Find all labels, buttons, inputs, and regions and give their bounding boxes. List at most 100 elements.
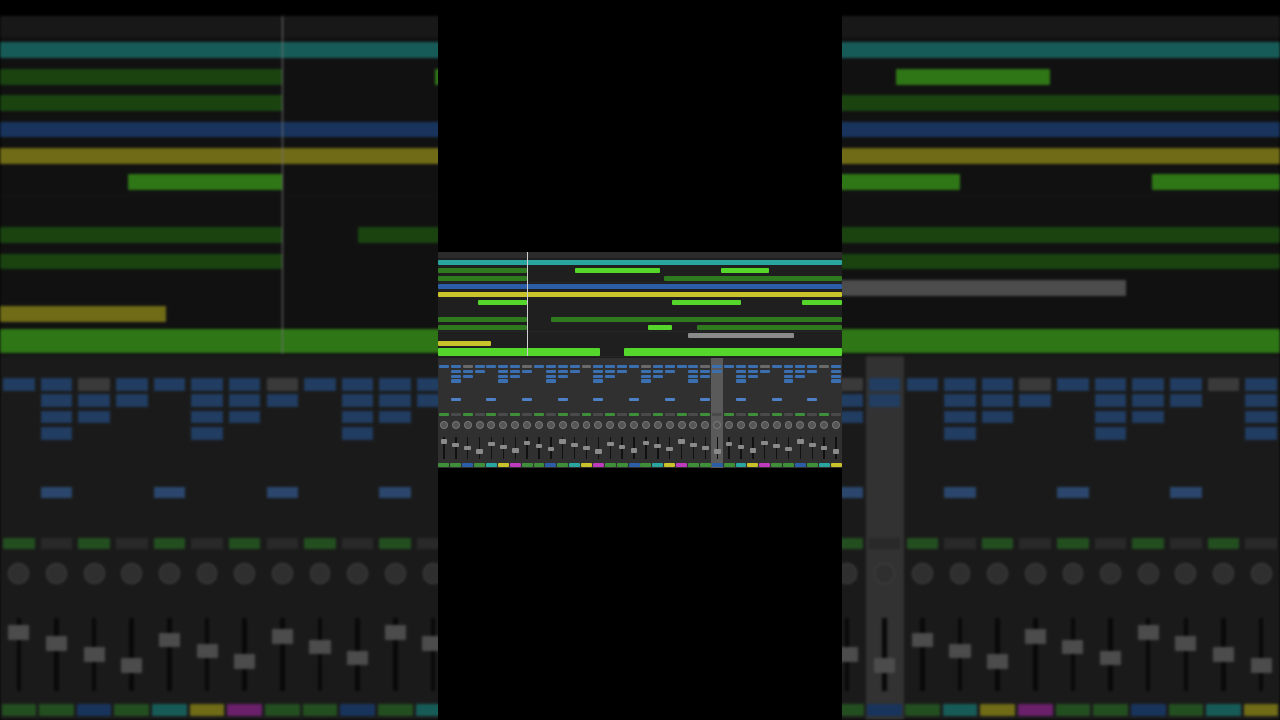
channel-name-tag[interactable]: [227, 703, 262, 717]
plugin-slot[interactable]: [1245, 410, 1277, 424]
automation-mode-button[interactable]: [944, 538, 976, 549]
plugin-slot[interactable]: [944, 394, 976, 407]
audio-region[interactable]: [0, 253, 282, 270]
audio-region[interactable]: [551, 316, 842, 322]
pan-knob-icon[interactable]: [760, 420, 769, 429]
plugin-slot[interactable]: [617, 369, 628, 374]
timeline-ruler[interactable]: [0, 16, 438, 38]
fader-icon[interactable]: [1100, 650, 1122, 666]
automation-mode-button[interactable]: [819, 413, 830, 417]
plugin-slot[interactable]: [1094, 394, 1127, 407]
automation-mode-button[interactable]: [605, 413, 616, 417]
pan-knob-icon[interactable]: [689, 420, 698, 429]
fader-icon[interactable]: [654, 443, 662, 449]
channel-name-tag[interactable]: [545, 463, 557, 467]
pan-knob-icon[interactable]: [874, 563, 896, 585]
send-slot[interactable]: [379, 487, 412, 498]
automation-mode-button[interactable]: [191, 538, 223, 549]
fader-icon[interactable]: [911, 632, 933, 648]
automation-mode-button[interactable]: [417, 538, 438, 549]
plugin-slot[interactable]: [842, 377, 863, 391]
fader-icon[interactable]: [1062, 639, 1084, 655]
plugin-slot[interactable]: [462, 364, 473, 369]
arrange-track-lane[interactable]: [842, 221, 1280, 250]
pan-knob-icon[interactable]: [158, 563, 180, 585]
pan-knob-icon[interactable]: [1137, 563, 1159, 585]
channel-name-tag[interactable]: [474, 463, 486, 467]
plugin-slot[interactable]: [78, 394, 110, 407]
plugin-slot[interactable]: [700, 374, 711, 379]
plugin-slot[interactable]: [1245, 426, 1277, 440]
timeline-ruler[interactable]: [842, 16, 1280, 38]
arrange-track-lane[interactable]: [842, 37, 1280, 65]
send-slot[interactable]: [944, 487, 976, 498]
audio-region[interactable]: [648, 324, 673, 330]
plugin-slot[interactable]: [819, 364, 830, 369]
plugin-slot[interactable]: [498, 374, 509, 379]
plugin-slot[interactable]: [486, 364, 497, 369]
plugin-slot[interactable]: [78, 377, 110, 391]
channel-name-tag[interactable]: [1017, 703, 1053, 717]
channel-name-tag[interactable]: [664, 463, 676, 467]
audio-region[interactable]: [0, 147, 438, 164]
plugin-slot[interactable]: [569, 364, 580, 369]
plugin-slot[interactable]: [1057, 377, 1089, 391]
arrange-track-lane[interactable]: [842, 274, 1280, 303]
pan-knob-icon[interactable]: [347, 563, 369, 585]
plugin-slot[interactable]: [735, 369, 746, 374]
plugin-slot[interactable]: [522, 364, 533, 369]
channel-strip[interactable]: [1091, 356, 1131, 720]
audio-region[interactable]: [575, 267, 661, 273]
audio-region[interactable]: [438, 284, 842, 290]
audio-region[interactable]: [623, 348, 842, 356]
pan-knob-icon[interactable]: [558, 420, 567, 429]
plugin-slot[interactable]: [510, 369, 521, 374]
plugin-slot[interactable]: [676, 364, 687, 369]
plugin-slot[interactable]: [735, 374, 746, 379]
automation-mode-button[interactable]: [868, 538, 901, 549]
plugin-slot[interactable]: [569, 369, 580, 374]
plugin-slot[interactable]: [228, 394, 261, 407]
channel-strip[interactable]: [903, 356, 943, 720]
fader-icon[interactable]: [820, 446, 828, 451]
pan-knob-icon[interactable]: [121, 563, 143, 585]
fader-icon[interactable]: [45, 636, 67, 651]
plugin-slot[interactable]: [533, 364, 544, 369]
arrange-track-lane[interactable]: [842, 195, 1280, 223]
plugin-slot[interactable]: [557, 369, 568, 374]
channel-strip[interactable]: [225, 356, 265, 720]
send-slot[interactable]: [593, 397, 604, 401]
audio-region[interactable]: [842, 95, 1280, 111]
fader-icon[interactable]: [583, 446, 590, 451]
automation-mode-button[interactable]: [1132, 538, 1165, 549]
plugin-slot[interactable]: [795, 369, 806, 374]
plugin-slot[interactable]: [807, 364, 818, 369]
channel-name-tag[interactable]: [1093, 703, 1128, 717]
plugin-slot[interactable]: [868, 377, 901, 391]
plugin-slot[interactable]: [652, 369, 663, 374]
plugin-slot[interactable]: [3, 377, 35, 391]
pan-knob-icon[interactable]: [911, 563, 933, 585]
audio-region[interactable]: [438, 267, 527, 273]
plugin-slot[interactable]: [712, 369, 723, 374]
plugin-slot[interactable]: [510, 364, 521, 369]
fader-icon[interactable]: [1175, 636, 1197, 651]
channel-name-tag[interactable]: [569, 463, 581, 467]
audio-region[interactable]: [1152, 174, 1280, 191]
channel-name-tag[interactable]: [640, 463, 652, 467]
arrange-track-lane[interactable]: [842, 169, 1280, 197]
plugin-slot[interactable]: [545, 379, 556, 384]
channel-name-tag[interactable]: [592, 463, 604, 467]
audio-region[interactable]: [896, 68, 1050, 85]
fader-icon[interactable]: [535, 443, 543, 449]
plugin-slot[interactable]: [640, 364, 651, 369]
audio-region[interactable]: [688, 333, 794, 339]
plugin-slot[interactable]: [640, 379, 651, 384]
arrange-track-lane[interactable]: [0, 274, 438, 303]
channel-name-tag[interactable]: [415, 703, 438, 717]
plugin-slot[interactable]: [498, 379, 509, 384]
fader-icon[interactable]: [121, 658, 143, 673]
plugin-slot[interactable]: [1094, 410, 1127, 424]
channel-name-tag[interactable]: [39, 703, 74, 717]
fader-icon[interactable]: [547, 447, 555, 452]
